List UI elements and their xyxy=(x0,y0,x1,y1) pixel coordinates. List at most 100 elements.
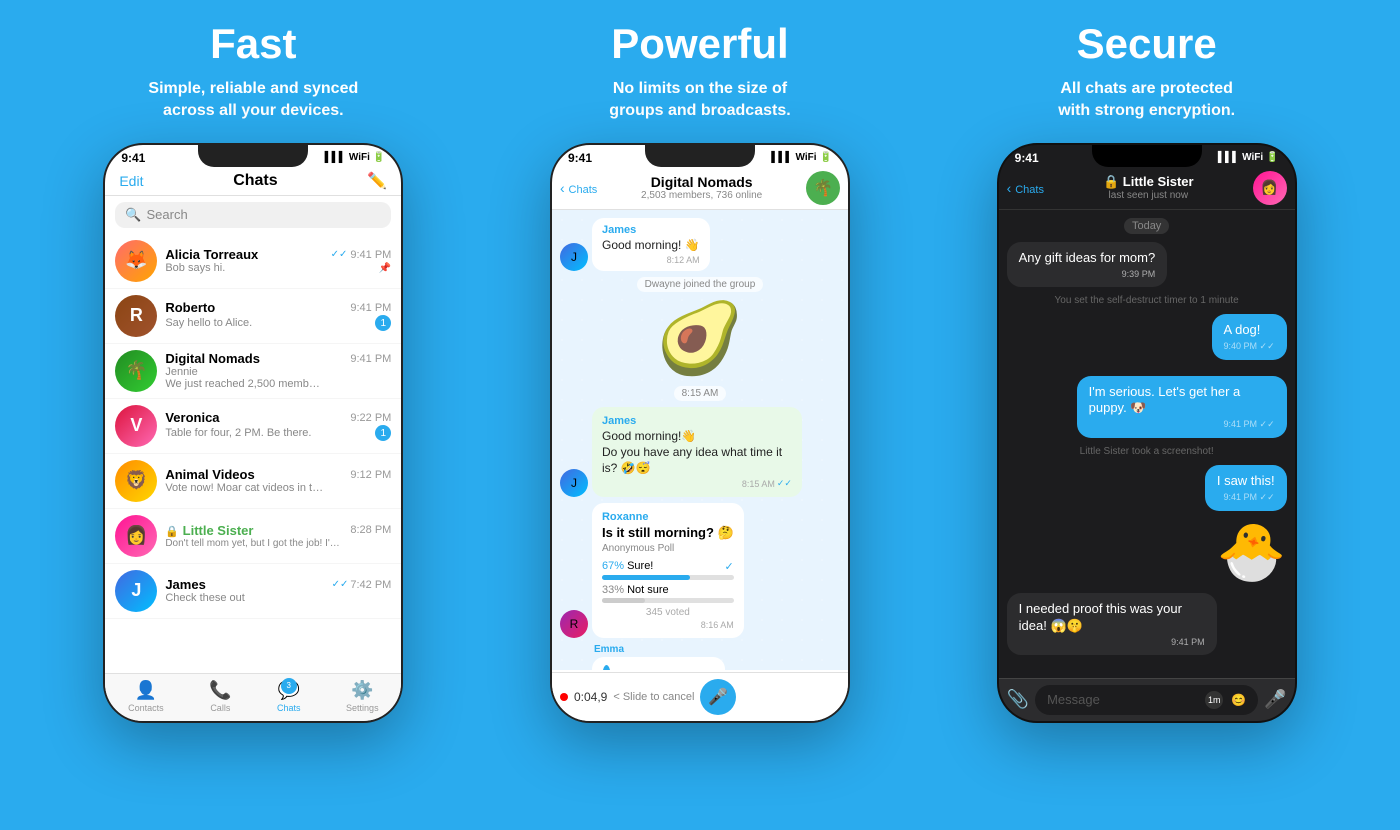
message-time: 8:15 AM xyxy=(742,479,775,489)
list-item[interactable]: R Roberto 9:41 PM Say hello to Alice. 1 xyxy=(105,289,401,344)
secure-subtitle: All chats are protectedwith strong encry… xyxy=(1058,78,1235,123)
chat-info: James ✓✓ 7:42 PM Check these out xyxy=(165,577,391,604)
avatar: V xyxy=(115,405,157,447)
message-text: I'm serious. Let's get her a puppy. 🐶 xyxy=(1089,384,1275,418)
system-message: Dwayne joined the group xyxy=(637,277,764,292)
mic-button[interactable]: 🎤 xyxy=(700,679,736,715)
list-item[interactable]: 👩 🔒 Little Sister 8:28 PM Don't tell mom… xyxy=(105,509,401,564)
list-item[interactable]: 🌴 Digital Nomads 9:41 PM Jennie We just … xyxy=(105,344,401,399)
chat-time: 7:42 PM xyxy=(350,579,391,591)
double-check-icon: ✓✓ xyxy=(332,579,349,590)
dark-chat-header: ‹ Chats 🔒 Little Sister last seen just n… xyxy=(999,167,1295,210)
input-actions: 1m 😊 xyxy=(1205,691,1246,709)
chat-preview-row: Bob says hi. 📌 xyxy=(165,262,391,274)
compose-icon[interactable]: ✏️ xyxy=(367,171,387,191)
chat-preview-row2: We just reached 2,500 members! WOO! xyxy=(165,378,391,390)
message-time-row: 8:12 AM xyxy=(602,255,700,265)
dark-back-button[interactable]: ‹ Chats xyxy=(1007,180,1044,196)
chat-name-row: Veronica 9:22 PM xyxy=(165,410,391,425)
poll-bubble: Roxanne Is it still morning? 🤔 Anonymous… xyxy=(592,503,744,638)
chat-preview-row: Jennie xyxy=(165,366,391,378)
dark-input-bar: 📎 Message 1m 😊 🎤 xyxy=(999,678,1295,721)
message-avatar: J xyxy=(560,469,588,497)
chats-nav: Edit Chats ✏️ xyxy=(105,167,401,196)
status-icons-3: ▌▌▌ WiFi 🔋 xyxy=(1218,152,1279,163)
chat-time: 9:22 PM xyxy=(350,412,391,424)
message-avatar: J xyxy=(560,243,588,271)
edit-button[interactable]: Edit xyxy=(119,173,143,189)
phone-secure: 9:41 ▌▌▌ WiFi 🔋 ‹ Chats 🔒 Little Sister … xyxy=(997,143,1297,723)
sent-message: I saw this! 9:41 PM ✓✓ xyxy=(1205,465,1287,511)
sent-message: A dog! 9:40 PM ✓✓ xyxy=(1212,314,1287,360)
list-item[interactable]: J James ✓✓ 7:42 PM Check these out xyxy=(105,564,401,619)
timer-icon[interactable]: 1m xyxy=(1205,691,1223,709)
tab-bar: 👤 Contacts 📞 Calls 💬 Chats 3 ⚙️ Settings xyxy=(105,673,401,721)
chat-preview: Vote now! Moar cat videos in this channe… xyxy=(165,482,325,494)
list-item[interactable]: 🦁 Animal Videos 9:12 PM Vote now! Moar c… xyxy=(105,454,401,509)
emoji-icon[interactable]: 😊 xyxy=(1231,693,1246,707)
battery-icon: 🔋 xyxy=(820,152,832,163)
message-bubble: James Good morning! 👋 8:12 AM xyxy=(592,218,710,272)
search-bar[interactable]: 🔍 Search xyxy=(115,202,391,228)
poll-voted: 345 voted xyxy=(602,607,734,618)
poll-option: 33% Not sure xyxy=(602,584,734,603)
tab-settings[interactable]: ⚙️ Settings xyxy=(346,680,379,713)
dark-contact-sub: last seen just now xyxy=(1050,190,1247,201)
poll-bar-fill xyxy=(602,575,690,580)
poll-sender: Roxanne xyxy=(602,511,734,523)
signal-icon: ▌▌▌ xyxy=(1218,152,1239,163)
wifi-icon: WiFi xyxy=(796,152,817,163)
message-row: J James Good morning! 👋 8:12 AM xyxy=(560,218,840,272)
status-time-3: 9:41 xyxy=(1015,151,1039,165)
poll-bar-fill-low xyxy=(602,598,645,603)
waveform xyxy=(617,669,676,670)
phone-powerful: 9:41 ▌▌▌ WiFi 🔋 ‹ Chats Digital Nomads 2… xyxy=(550,143,850,723)
avatar: 🦊 xyxy=(115,240,157,282)
status-icons-2: ▌▌▌ WiFi 🔋 xyxy=(771,152,832,163)
chat-name-row: Digital Nomads 9:41 PM xyxy=(165,351,391,366)
dark-contact-name: 🔒 Little Sister xyxy=(1050,174,1247,190)
chat-info: Veronica 9:22 PM Table for four, 2 PM. B… xyxy=(165,410,391,441)
list-item[interactable]: 🦊 Alicia Torreaux ✓✓ 9:41 PM Bob says hi… xyxy=(105,234,401,289)
play-button[interactable]: ▶ xyxy=(602,665,611,670)
message-time-row: 8:15 AM ✓✓ xyxy=(602,478,792,489)
message-time: 9:41 PM xyxy=(1019,637,1205,647)
message-row: J James Good morning!👋Do you have any id… xyxy=(560,407,840,497)
chat-name: Alicia Torreaux xyxy=(165,247,258,262)
chat-preview: We just reached 2,500 members! WOO! xyxy=(165,378,325,390)
mic-icon[interactable]: 🎤 xyxy=(1264,689,1286,710)
message-avatar: R xyxy=(560,610,588,638)
chat-time: 9:12 PM xyxy=(350,469,391,481)
double-check-icon: ✓✓ xyxy=(331,249,348,260)
list-item[interactable]: V Veronica 9:22 PM Table for four, 2 PM.… xyxy=(105,399,401,454)
attachment-icon[interactable]: 📎 xyxy=(1007,689,1029,710)
group-sub: 2,503 members, 736 online xyxy=(603,190,800,201)
back-button[interactable]: ‹ Chats xyxy=(560,180,597,196)
tab-calls[interactable]: 📞 Calls xyxy=(209,680,231,713)
avatar: 🦁 xyxy=(115,460,157,502)
chat-preview-row: Table for four, 2 PM. Be there. 1 xyxy=(165,425,391,441)
phone-fast: 9:41 ▌▌▌ WiFi 🔋 Edit Chats ✏️ 🔍 Search 🦊… xyxy=(103,143,403,723)
chat-preview: Don't tell mom yet, but I got the job! I… xyxy=(165,538,345,549)
message-time: 8:16 AM xyxy=(701,620,734,630)
chat-preview-row: Check these out xyxy=(165,592,391,604)
pin-icon: 📌 xyxy=(379,263,391,274)
poll-bar-bg xyxy=(602,598,734,603)
message-row: R Roxanne Is it still morning? 🤔 Anonymo… xyxy=(560,503,840,638)
chat-name-row: Animal Videos 9:12 PM xyxy=(165,467,391,482)
tab-contacts[interactable]: 👤 Contacts xyxy=(128,680,164,713)
dark-message-input[interactable]: Message 1m 😊 xyxy=(1035,685,1258,715)
settings-icon: ⚙️ xyxy=(351,680,373,701)
tab-chats[interactable]: 💬 Chats 3 xyxy=(277,680,301,713)
group-messages: J James Good morning! 👋 8:12 AM Dwayne j… xyxy=(552,210,848,670)
message-text: Good morning!👋Do you have any idea what … xyxy=(602,429,792,476)
sticker-message: 🐣 xyxy=(1217,519,1287,585)
system-message: Little Sister took a screenshot! xyxy=(1080,446,1214,457)
poll-question: Is it still morning? 🤔 xyxy=(602,525,734,541)
poll-option: 67% Sure! ✓ xyxy=(602,560,734,580)
tab-label: Calls xyxy=(210,703,230,713)
message-row: E Emma ▶ xyxy=(560,644,840,670)
signal-icon: ▌▌▌ xyxy=(325,152,346,163)
message-text: Any gift ideas for mom? xyxy=(1019,250,1156,267)
poll-option-label: 33% Not sure xyxy=(602,584,734,596)
